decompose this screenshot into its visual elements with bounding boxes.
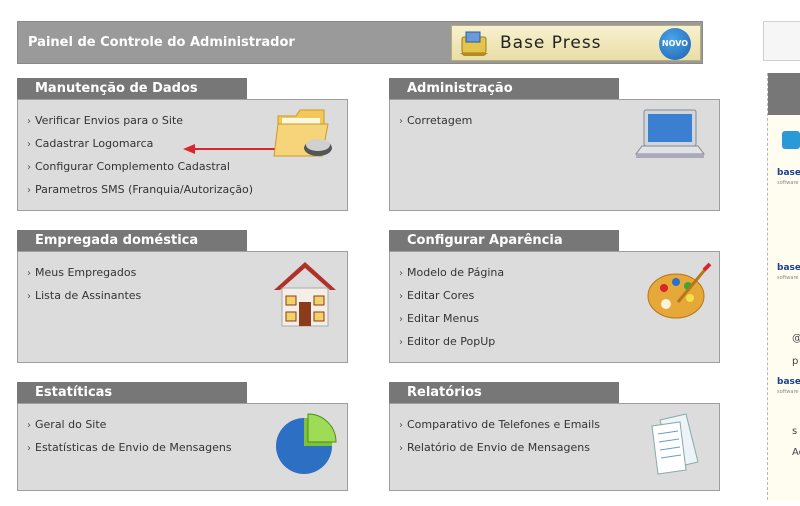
sidebar-logo-sub: software (777, 275, 799, 281)
link-lista-assinantes[interactable]: › Lista de Assinantes (27, 287, 141, 310)
link-geral-site[interactable]: › Geral do Site (27, 416, 232, 439)
folder-mouse-icon (273, 109, 332, 157)
panel-links: › Meus Empregados › Lista de Assinantes (27, 264, 141, 310)
base-press-badge[interactable]: Base Press NOVO (451, 25, 701, 61)
link-editar-cores[interactable]: › Editar Cores (399, 287, 504, 310)
palette-icon (647, 262, 712, 319)
link-configurar-complemento[interactable]: › Configurar Complemento Cadastral (27, 158, 253, 181)
link-label: Relatório de Envio de Mensagens (407, 441, 590, 454)
sidebar-snippet: p (792, 356, 799, 367)
twitter-icon[interactable] (782, 131, 800, 149)
right-sidebar-header (768, 73, 800, 115)
link-label: Comparativo de Telefones e Emails (407, 418, 600, 431)
link-verificar-envios[interactable]: › Verificar Envios para o Site (27, 112, 253, 135)
bullet-icon: › (27, 185, 31, 196)
link-label: Editor de PopUp (407, 335, 496, 348)
link-label: Estatísticas de Envio de Mensagens (35, 441, 232, 454)
bullet-icon: › (399, 291, 403, 302)
bullet-icon: › (399, 116, 403, 127)
sidebar-logo: base (777, 168, 800, 178)
right-sidebar: base software base software @ p base sof… (767, 73, 800, 500)
sidebar-logo: base (777, 377, 800, 387)
bullet-icon: › (399, 443, 403, 454)
bullet-icon: › (27, 443, 31, 454)
link-relatorio-envio[interactable]: › Relatório de Envio de Mensagens (399, 439, 600, 462)
panel-body: › Geral do Site › Estatísticas de Envio de… (17, 403, 348, 491)
panel-links: › Modelo de Página › Editar Cores › Editar … (399, 264, 504, 356)
link-label: Lista de Assinantes (35, 289, 142, 302)
link-label: Editar Cores (407, 289, 475, 302)
link-parametros-sms[interactable]: › Parametros SMS (Franquia/Autorização) (27, 181, 253, 204)
bullet-icon: › (399, 314, 403, 325)
panel-links: › Comparativo de Telefones e Emails › Rela… (399, 416, 600, 462)
panel-body: › Comparativo de Telefones e Emails › Rela… (389, 403, 720, 491)
link-meus-empregados[interactable]: › Meus Empregados (27, 264, 141, 287)
bullet-icon: › (27, 291, 31, 302)
bullet-icon: › (27, 139, 31, 150)
pie-chart-icon (276, 413, 337, 474)
link-label: Corretagem (407, 114, 473, 127)
link-modelo-pagina[interactable]: › Modelo de Página (399, 264, 504, 287)
link-label: Modelo de Página (407, 266, 505, 279)
link-label: Geral do Site (35, 418, 107, 431)
link-editar-menus[interactable]: › Editar Menus (399, 310, 504, 333)
sidebar-snippet: Ac (792, 447, 800, 458)
house-icon (274, 262, 336, 327)
base-press-logo-icon (460, 31, 488, 56)
panel-body: › Corretagem (389, 99, 720, 211)
link-label: Cadastrar Logomarca (35, 137, 154, 150)
bullet-icon: › (27, 116, 31, 127)
panel-title: Administração (389, 78, 619, 99)
right-widget-box (763, 21, 800, 61)
bullet-icon: › (27, 268, 31, 279)
laptop-icon (635, 109, 705, 158)
link-label: Verificar Envios para o Site (35, 114, 184, 127)
bullet-icon: › (27, 420, 31, 431)
panel-body: › Verificar Envios para o Site › Cadastrar… (17, 99, 348, 211)
red-arrow-annotation (183, 144, 275, 154)
sidebar-snippet: s (792, 426, 798, 437)
bullet-icon: › (399, 268, 403, 279)
panel-title: Configurar Aparência (389, 230, 619, 251)
link-label: Meus Empregados (35, 266, 137, 279)
page-title: Painel de Controle do Administrador (28, 35, 295, 50)
panel-body: › Modelo de Página › Editar Cores › Editar … (389, 251, 720, 363)
sidebar-logo-sub: software (777, 389, 799, 395)
panel-links: › Geral do Site › Estatísticas de Envio de… (27, 416, 232, 462)
link-label: Parametros SMS (Franquia/Autorização) (35, 183, 254, 196)
panel-links: › Corretagem (399, 112, 472, 135)
bullet-icon: › (27, 162, 31, 173)
admin-header-bar: Painel de Controle do Administrador Base… (17, 21, 703, 64)
bullet-icon: › (399, 420, 403, 431)
novo-badge: NOVO (659, 28, 691, 60)
sidebar-snippet: @ (792, 333, 800, 344)
link-corretagem[interactable]: › Corretagem (399, 112, 472, 135)
panel-title: Manutenção de Dados (17, 78, 247, 99)
link-label: Configurar Complemento Cadastral (35, 160, 230, 173)
bullet-icon: › (399, 337, 403, 348)
link-estatisticas-envio[interactable]: › Estatísticas de Envio de Mensagens (27, 439, 232, 462)
panel-body: › Meus Empregados › Lista de Assinantes (17, 251, 348, 363)
link-editor-popup[interactable]: › Editor de PopUp (399, 333, 504, 356)
link-label: Editar Menus (407, 312, 479, 325)
panel-links: › Verificar Envios para o Site › Cadastrar… (27, 112, 253, 204)
sidebar-logo-sub: software (777, 180, 799, 186)
sidebar-logo: base (777, 263, 800, 273)
base-press-label: Base Press (500, 33, 602, 53)
panel-title: Estatíticas (17, 382, 247, 403)
panel-title: Relatórios (389, 382, 619, 403)
panel-title: Empregada doméstica (17, 230, 247, 251)
link-comparativo-telefones[interactable]: › Comparativo de Telefones e Emails (399, 416, 600, 439)
documents-icon (651, 413, 699, 475)
